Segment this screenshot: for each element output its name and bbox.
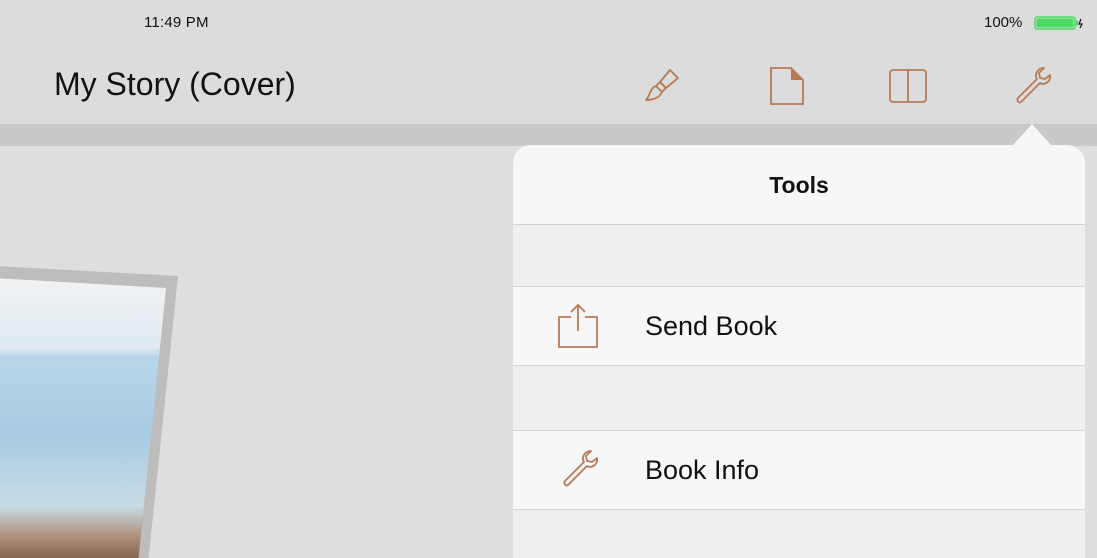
status-time: 11:49 PM (144, 14, 209, 31)
battery-percent: 100% (984, 14, 1023, 31)
book-info-row[interactable]: Book Info (513, 430, 1085, 510)
send-book-label: Send Book (645, 311, 778, 341)
popover-arrow (1012, 124, 1052, 146)
page-icon[interactable] (765, 64, 809, 108)
paintbrush-icon[interactable] (640, 64, 684, 108)
send-book-row[interactable]: Send Book (513, 286, 1085, 366)
wrench-icon[interactable] (1010, 64, 1054, 108)
nav-bar: My Story (Cover) (0, 46, 1097, 124)
tools-popover: Tools Send Book Book Info (513, 145, 1085, 558)
popover-title: Tools (769, 172, 829, 198)
book-icon[interactable] (886, 64, 930, 108)
battery-icon (1034, 16, 1083, 30)
share-icon (558, 304, 598, 348)
cover-photo[interactable] (0, 264, 178, 558)
wrench-icon (563, 450, 598, 487)
popover-header: Tools (513, 145, 1085, 225)
book-info-label: Book Info (645, 455, 760, 485)
toolbar-divider (0, 124, 1097, 146)
page-title: My Story (Cover) (54, 66, 296, 102)
status-bar: 11:49 PM 100% (0, 0, 1097, 46)
